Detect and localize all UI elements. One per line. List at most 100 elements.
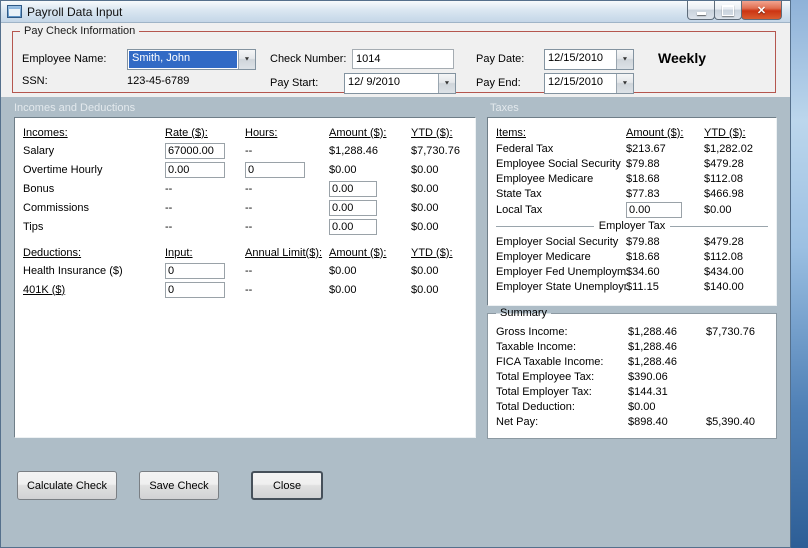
state-tax-amount: $77.83	[626, 187, 660, 200]
section-taxes: Taxes	[490, 102, 519, 114]
bonus-rate: --	[165, 182, 173, 195]
check-number-input[interactable]	[352, 49, 454, 69]
income-row-bonus: Bonus -- -- $0.00	[23, 179, 475, 198]
employer-medicare-ytd: $112.08	[704, 250, 743, 263]
payroll-window: Payroll Data Input Pay Check Information…	[0, 0, 791, 548]
pay-frequency-label: Weekly	[658, 50, 706, 66]
tax-row: Employer Social Security $79.88 $479.28	[496, 234, 768, 249]
summary-legend: Summary	[496, 306, 552, 321]
tax-amount-header: Amount ($):	[626, 126, 684, 139]
amount-header: Amount ($):	[329, 126, 387, 139]
minimize-icon[interactable]	[687, 1, 715, 20]
app-icon	[7, 5, 22, 18]
commissions-amount-input[interactable]	[329, 199, 377, 216]
summary-row: Net Pay: $898.40 $5,390.40	[496, 414, 768, 429]
pay-end-label: Pay End:	[476, 77, 521, 89]
commissions-ytd: $0.00	[411, 201, 439, 214]
bonus-label: Bonus	[23, 182, 55, 195]
gross-income-ytd: $7,730.76	[706, 325, 755, 338]
total-employer-tax-label: Total Employer Tax:	[496, 385, 592, 398]
overtime-ytd: $0.00	[411, 163, 439, 176]
state-tax-ytd: $466.98	[704, 187, 744, 200]
employer-ss-amount: $79.88	[626, 235, 660, 248]
tax-row-local: Local Tax $0.00	[496, 201, 768, 218]
save-check-button[interactable]: Save Check	[139, 471, 219, 500]
chevron-down-icon[interactable]: ▼	[616, 50, 633, 69]
employer-ss-ytd: $479.28	[704, 235, 744, 248]
chevron-down-icon[interactable]: ▼	[438, 74, 455, 93]
tips-hours: --	[245, 220, 253, 233]
income-row-salary: Salary -- $1,288.46 $7,730.76	[23, 141, 475, 160]
gross-income-label: Gross Income:	[496, 325, 568, 338]
overtime-hours-input[interactable]	[245, 161, 305, 178]
summary-row: FICA Taxable Income: $1,288.46	[496, 354, 768, 369]
ytd-header: YTD ($):	[411, 126, 453, 139]
health-amount: $0.00	[329, 264, 357, 277]
annual-limit-header: Annual Limit($):	[245, 246, 323, 259]
incomes-deductions-panel: Incomes: Rate ($): Hours: Amount ($): YT…	[14, 117, 476, 438]
employee-name-combo[interactable]: Smith, John ▼	[127, 49, 256, 70]
incomes-header-row: Incomes: Rate ($): Hours: Amount ($): YT…	[23, 124, 475, 141]
401k-input[interactable]	[165, 281, 225, 298]
employer-tax-group-header: Employer Tax	[496, 218, 768, 234]
income-row-tips: Tips -- -- $0.00	[23, 217, 475, 236]
pay-start-picker[interactable]: 12/ 9/2010 ▼	[344, 73, 456, 94]
ssn-value: 123-45-6789	[127, 75, 190, 87]
employee-medicare-amount: $18.68	[626, 172, 660, 185]
employer-medicare-label: Employer Medicare	[496, 250, 591, 263]
employer-fed-unemployment-amount: $34.60	[626, 265, 660, 278]
tax-ytd-header: YTD ($):	[704, 126, 746, 139]
calculate-check-button[interactable]: Calculate Check	[17, 471, 117, 500]
summary-row: Total Deduction: $0.00	[496, 399, 768, 414]
chevron-down-icon[interactable]: ▼	[238, 50, 255, 69]
pay-date-picker[interactable]: 12/15/2010 ▼	[544, 49, 634, 70]
close-check-button[interactable]: Close	[251, 471, 323, 500]
chevron-down-icon[interactable]: ▼	[616, 74, 633, 93]
health-insurance-input[interactable]	[165, 262, 225, 279]
401k-link[interactable]: 401K ($)	[23, 284, 165, 296]
items-header: Items:	[496, 126, 526, 139]
tips-rate: --	[165, 220, 173, 233]
employer-fed-unemployment-label: Employer Fed Unemployment	[496, 265, 626, 278]
employer-medicare-amount: $18.68	[626, 250, 660, 263]
state-tax-label: State Tax	[496, 187, 542, 200]
total-deduction-label: Total Deduction:	[496, 400, 575, 413]
taxes-header-row: Items: Amount ($): YTD ($):	[496, 124, 768, 141]
summary-row: Total Employee Tax: $390.06	[496, 369, 768, 384]
bonus-ytd: $0.00	[411, 182, 439, 195]
summary-groupbox: Summary Gross Income: $1,288.46 $7,730.7…	[487, 306, 777, 439]
local-tax-input[interactable]	[626, 201, 682, 218]
salary-rate-input[interactable]	[165, 142, 225, 159]
titlebar[interactable]: Payroll Data Input	[1, 1, 790, 23]
commissions-rate: --	[165, 201, 173, 214]
overtime-rate-input[interactable]	[165, 161, 225, 178]
401k-amount: $0.00	[329, 283, 357, 296]
tax-row: Employer State Unemployment $11.15 $140.…	[496, 279, 768, 294]
employer-fed-unemployment-ytd: $434.00	[704, 265, 744, 278]
deduction-row-health: Health Insurance ($) -- $0.00 $0.00	[23, 261, 475, 280]
ded-ytd-header: YTD ($):	[411, 246, 453, 259]
employee-medicare-label: Employee Medicare	[496, 172, 594, 185]
summary-row: Total Employer Tax: $144.31	[496, 384, 768, 399]
employer-state-unemployment-ytd: $140.00	[704, 280, 744, 293]
desktop-background: Payroll Data Input Pay Check Information…	[0, 0, 808, 548]
section-incomes-deductions: Incomes and Deductions	[14, 102, 136, 114]
pay-end-picker[interactable]: 12/15/2010 ▼	[544, 73, 634, 94]
maximize-icon[interactable]	[714, 1, 742, 20]
bonus-amount-input[interactable]	[329, 180, 377, 197]
taxable-income-amount: $1,288.46	[628, 340, 677, 353]
federal-tax-ytd: $1,282.02	[704, 142, 753, 155]
paycheck-info-legend: Pay Check Information	[20, 25, 140, 37]
paycheck-info-groupbox: Pay Check Information Employee Name: Smi…	[12, 25, 776, 94]
net-pay-ytd: $5,390.40	[706, 415, 755, 428]
health-limit: --	[245, 264, 253, 277]
employee-name-label: Employee Name:	[22, 53, 107, 65]
net-pay-label: Net Pay:	[496, 415, 539, 428]
tips-amount-input[interactable]	[329, 218, 377, 235]
close-icon[interactable]	[741, 1, 782, 20]
deductions-header: Deductions:	[23, 246, 82, 259]
gross-income-amount: $1,288.46	[628, 325, 677, 338]
pay-start-label: Pay Start:	[270, 77, 319, 89]
fica-taxable-income-label: FICA Taxable Income:	[496, 355, 604, 368]
federal-tax-amount: $213.67	[626, 142, 666, 155]
